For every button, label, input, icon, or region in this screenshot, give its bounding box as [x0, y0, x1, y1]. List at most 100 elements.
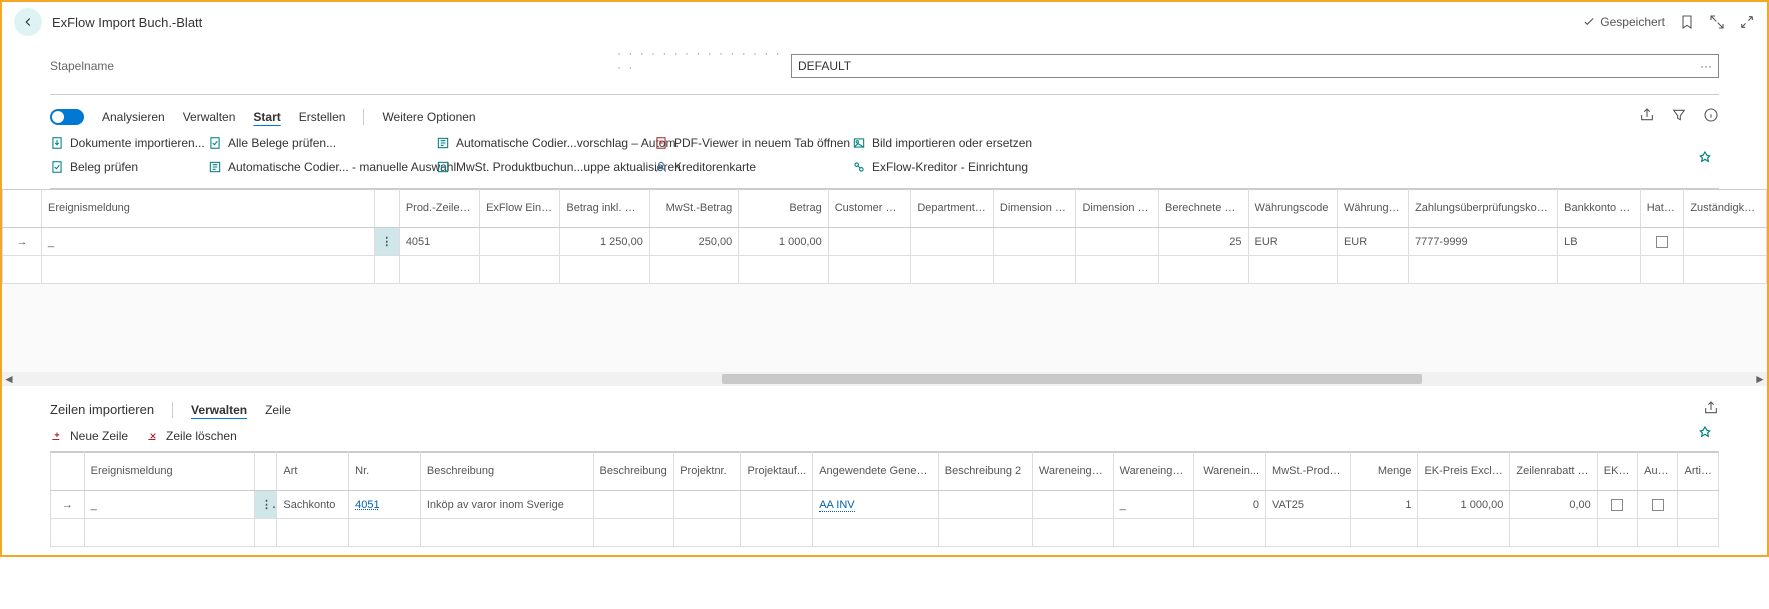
lcell-ekpreis-excl[interactable]: 1 000,00	[1418, 491, 1510, 519]
action-mwst-aktualisieren[interactable]: MwSt. Produktbuchun...uppe aktualisieren	[436, 160, 646, 174]
back-button[interactable]	[14, 8, 42, 36]
lcell-mwstprod[interactable]: VAT25	[1266, 491, 1351, 519]
col-dim1[interactable]: Dimension 1 (Import)	[993, 190, 1076, 228]
lcol-menge[interactable]: Menge	[1351, 453, 1418, 491]
lcell-event[interactable]: _	[84, 491, 254, 519]
cell-waehrung[interactable]: EUR	[1248, 228, 1337, 256]
lcol-projektauf[interactable]: Projektauf...	[741, 453, 813, 491]
tab-analysieren[interactable]: Analysieren	[102, 110, 165, 124]
col-mwst-betrag[interactable]: MwSt.-Betrag	[649, 190, 738, 228]
col-zahlungsueberpruefung[interactable]: Zahlungsüberprüfungskont...	[1409, 190, 1558, 228]
lcell-zeilenrabatt[interactable]: 0,00	[1510, 491, 1597, 519]
col-waehrung[interactable]: Währungscode	[1248, 190, 1337, 228]
lower-pin-icon[interactable]	[1697, 425, 1713, 444]
lcol-warenein1[interactable]: Wareneingan...	[1032, 453, 1113, 491]
lcol-angewendete[interactable]: Angewendete Genehmigungsregel	[813, 453, 939, 491]
lcol-ekpreis-excl[interactable]: EK-Preis Excl. VAT	[1418, 453, 1510, 491]
lcol-aufzeile[interactable]: Auf... Zeile prüf...	[1638, 453, 1678, 491]
lcell-ekpreis-test[interactable]	[1597, 491, 1637, 519]
action-exflow-kreditor[interactable]: ExFlow-Kreditor - Einrichtung	[852, 160, 1072, 174]
col-prod-zeile[interactable]: Prod.-Zeile Einstandskon...	[399, 190, 479, 228]
col-customer-group[interactable]: Customer Group Code	[828, 190, 911, 228]
info-icon[interactable]	[1703, 107, 1719, 126]
action-bild-importieren[interactable]: Bild importieren oder ersetzen	[852, 136, 1072, 150]
cell-berechnete[interactable]: 25	[1159, 228, 1248, 256]
horizontal-scrollbar[interactable]: ◄ ►	[2, 372, 1767, 386]
main-empty-row[interactable]	[3, 256, 1767, 284]
lower-data-row[interactable]: → _ ⋮ Sachkonto 4051 Inköp av varor inom…	[51, 491, 1719, 519]
lcol-art[interactable]: Art	[277, 453, 349, 491]
lcol-zeilenrabatt[interactable]: Zeilenrabatt % (Bestellung)	[1510, 453, 1597, 491]
tab-start[interactable]: Start	[253, 110, 280, 124]
action-beleg-pruefen[interactable]: Beleg prüfen	[50, 160, 200, 174]
lcol-event[interactable]: Ereignismeldung	[84, 453, 254, 491]
action-zeile-loeschen[interactable]: Zeile löschen	[146, 429, 237, 443]
bookmark-icon[interactable]	[1679, 14, 1695, 30]
col-waehrung-import[interactable]: Währungsc... (Import)	[1337, 190, 1408, 228]
lrow-menu-icon[interactable]: ⋮	[255, 491, 277, 519]
cell-mwst-betrag[interactable]: 250,00	[649, 228, 738, 256]
col-bankkonto[interactable]: Bankkonto Empfänger	[1558, 190, 1641, 228]
cell-zahlungs[interactable]: 7777-9999	[1409, 228, 1558, 256]
action-kreditorenkarte[interactable]: Kreditorenkarte	[654, 160, 844, 174]
scroll-left-icon[interactable]: ◄	[2, 372, 16, 386]
lcell-warenein3[interactable]: 0	[1194, 491, 1266, 519]
lcol-beschreibung2[interactable]: Beschreibung 2	[938, 453, 1032, 491]
action-neue-zeile[interactable]: Neue Zeile	[50, 429, 128, 443]
share-icon[interactable]	[1639, 107, 1655, 126]
lcell-menge[interactable]: 1	[1351, 491, 1418, 519]
action-dokumente-importieren[interactable]: Dokumente importieren...	[50, 136, 200, 150]
col-exflow-code[interactable]: ExFlow Einkaufscode	[480, 190, 560, 228]
lcol-nr[interactable]: Nr.	[349, 453, 421, 491]
lower-tab-zeile[interactable]: Zeile	[265, 403, 291, 417]
col-betrag-inkl[interactable]: Betrag inkl. MwSt.	[560, 190, 649, 228]
col-berechnete-mwst[interactable]: Berechnete MwSt. %	[1159, 190, 1248, 228]
col-dim2[interactable]: Dimension 2 (Import)	[1076, 190, 1159, 228]
lcell-angewendete[interactable]: AA INV	[813, 491, 939, 519]
cell-bankkonto[interactable]: LB	[1558, 228, 1641, 256]
action-auto-codier-manuell[interactable]: Automatische Codier... - manuelle Auswah…	[208, 160, 428, 174]
cell-exflow[interactable]	[480, 228, 560, 256]
tab-erstellen[interactable]: Erstellen	[299, 110, 346, 124]
col-zustaendig[interactable]: Zuständigkei...	[1684, 190, 1767, 228]
lower-tab-verwalten[interactable]: Verwalten	[191, 403, 247, 417]
cell-betrag[interactable]: 1 000,00	[739, 228, 828, 256]
col-betrag[interactable]: Betrag	[739, 190, 828, 228]
cell-hat-dat[interactable]	[1640, 228, 1684, 256]
lcell-beschreibung[interactable]: Inköp av varor inom Sverige	[420, 491, 593, 519]
lcell-aufzeile[interactable]	[1638, 491, 1678, 519]
stapelname-lookup-icon[interactable]: ···	[1700, 59, 1712, 73]
col-department[interactable]: Department Code	[911, 190, 994, 228]
expand-icon[interactable]	[1739, 14, 1755, 30]
lcol-projektnr[interactable]: Projektnr.	[674, 453, 741, 491]
lcol-beschreibung[interactable]: Beschreibung	[420, 453, 593, 491]
main-data-row[interactable]: → _ ⋮ 4051 1 250,00 250,00 1 000,00 25 E…	[3, 228, 1767, 256]
scroll-thumb[interactable]	[722, 374, 1422, 384]
lcol-artiknr[interactable]: Artik. Nr.	[1678, 453, 1719, 491]
lcell-art[interactable]: Sachkonto	[277, 491, 349, 519]
pin-icon[interactable]	[1697, 150, 1713, 169]
lcol-ekpreis-test[interactable]: EK-Preis test...	[1597, 453, 1637, 491]
cell-prod[interactable]: 4051	[399, 228, 479, 256]
col-hat-dat[interactable]: Hat Dat...	[1640, 190, 1684, 228]
lower-share-icon[interactable]	[1703, 400, 1719, 419]
lower-empty-row[interactable]	[51, 519, 1719, 547]
tab-weitere-optionen[interactable]: Weitere Optionen	[382, 110, 475, 124]
scroll-right-icon[interactable]: ►	[1753, 372, 1767, 386]
cell-event[interactable]: _	[41, 228, 374, 256]
action-pdf-viewer[interactable]: PDF-Viewer in neuem Tab öffnen	[654, 136, 844, 150]
filter-icon[interactable]	[1671, 107, 1687, 126]
cell-betrag-inkl[interactable]: 1 250,00	[560, 228, 649, 256]
row-menu-icon[interactable]: ⋮	[374, 228, 399, 256]
action-alle-belege-pruefen[interactable]: Alle Belege prüfen...	[208, 136, 428, 150]
stapelname-input[interactable]: DEFAULT ···	[791, 54, 1719, 78]
analyze-toggle[interactable]	[50, 109, 84, 125]
lrow-selector-icon[interactable]: →	[51, 491, 85, 519]
action-auto-codier-vorschlag[interactable]: Automatische Codier...vorschlag – Autom.	[436, 136, 646, 150]
lcell-nr[interactable]: 4051	[349, 491, 421, 519]
lcol-warenein2[interactable]: Wareneingan...	[1113, 453, 1194, 491]
row-selector-icon[interactable]: →	[3, 228, 42, 256]
cell-waehrung-imp[interactable]: EUR	[1337, 228, 1408, 256]
lcol-mwstprod[interactable]: MwSt.-Produktbuch...	[1266, 453, 1351, 491]
lcell-warenein2[interactable]: _	[1113, 491, 1194, 519]
